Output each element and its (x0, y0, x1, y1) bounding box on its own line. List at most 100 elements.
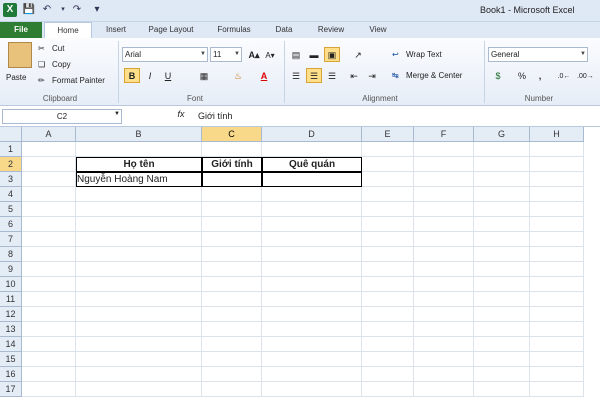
cell-f17[interactable] (414, 382, 474, 397)
cell-f13[interactable] (414, 322, 474, 337)
cell-c5[interactable] (202, 202, 262, 217)
tab-view[interactable]: View (360, 22, 396, 38)
select-all-corner[interactable] (0, 127, 22, 142)
customize-toolbar-icon[interactable]: ▾ (90, 3, 104, 17)
row-header-17[interactable]: 17 (0, 382, 22, 397)
align-top-icon[interactable]: ▤ (288, 47, 304, 62)
cell-c4[interactable] (202, 187, 262, 202)
row-header-16[interactable]: 16 (0, 367, 22, 382)
cell-a10[interactable] (22, 277, 76, 292)
wrap-text-button[interactable]: Wrap Text (406, 47, 442, 62)
cell-c9[interactable] (202, 262, 262, 277)
cell-a15[interactable] (22, 352, 76, 367)
align-left-icon[interactable]: ☰ (288, 68, 304, 83)
column-header-h[interactable]: H (530, 127, 584, 142)
insert-function-button[interactable]: fx (174, 109, 188, 119)
cell-c2[interactable]: Giới tính (202, 157, 262, 172)
cell-h8[interactable] (530, 247, 584, 262)
merge-center-icon[interactable]: ↹ (392, 68, 404, 83)
excel-icon[interactable]: X (3, 3, 17, 17)
cell-b5[interactable] (76, 202, 202, 217)
cell-f9[interactable] (414, 262, 474, 277)
copy-icon[interactable]: ❏ (38, 57, 50, 72)
row-header-15[interactable]: 15 (0, 352, 22, 367)
cell-h13[interactable] (530, 322, 584, 337)
cell-h10[interactable] (530, 277, 584, 292)
cell-d2[interactable]: Quê quán (262, 157, 362, 172)
tab-data[interactable]: Data (266, 22, 302, 38)
number-format-select[interactable]: General ▼ (488, 47, 588, 62)
cell-g17[interactable] (474, 382, 530, 397)
save-icon[interactable]: 💾 (22, 3, 36, 17)
font-name-select[interactable]: Arial ▼ (122, 47, 208, 62)
cell-b3[interactable]: Nguyễn Hoàng Nam (76, 172, 202, 187)
cell-b1[interactable] (76, 142, 202, 157)
cell-d11[interactable] (262, 292, 362, 307)
cell-d5[interactable] (262, 202, 362, 217)
tab-formulas[interactable]: Formulas (208, 22, 260, 38)
cell-g11[interactable] (474, 292, 530, 307)
cell-e5[interactable] (362, 202, 414, 217)
cell-c10[interactable] (202, 277, 262, 292)
cell-f16[interactable] (414, 367, 474, 382)
cell-h6[interactable] (530, 217, 584, 232)
cell-e10[interactable] (362, 277, 414, 292)
cell-a7[interactable] (22, 232, 76, 247)
cell-b10[interactable] (76, 277, 202, 292)
cell-h15[interactable] (530, 352, 584, 367)
cell-c1[interactable] (202, 142, 262, 157)
cell-d17[interactable] (262, 382, 362, 397)
cell-f11[interactable] (414, 292, 474, 307)
cell-f15[interactable] (414, 352, 474, 367)
cell-e13[interactable] (362, 322, 414, 337)
cell-f12[interactable] (414, 307, 474, 322)
row-header-14[interactable]: 14 (0, 337, 22, 352)
cell-c11[interactable] (202, 292, 262, 307)
cell-a11[interactable] (22, 292, 76, 307)
paste-button[interactable]: Paste (6, 70, 26, 85)
cell-g3[interactable] (474, 172, 530, 187)
cell-f8[interactable] (414, 247, 474, 262)
percent-button[interactable]: % (514, 68, 530, 83)
cell-b9[interactable] (76, 262, 202, 277)
cell-b8[interactable] (76, 247, 202, 262)
cell-a5[interactable] (22, 202, 76, 217)
grow-font-icon[interactable]: A▴ (246, 47, 262, 62)
cell-c12[interactable] (202, 307, 262, 322)
cell-g7[interactable] (474, 232, 530, 247)
cell-b16[interactable] (76, 367, 202, 382)
cell-e6[interactable] (362, 217, 414, 232)
cell-c15[interactable] (202, 352, 262, 367)
cell-d7[interactable] (262, 232, 362, 247)
cell-d14[interactable] (262, 337, 362, 352)
cell-c6[interactable] (202, 217, 262, 232)
tab-home[interactable]: Home (44, 22, 92, 39)
cell-f7[interactable] (414, 232, 474, 247)
shrink-font-icon[interactable]: A▾ (262, 47, 278, 62)
cell-a3[interactable] (22, 172, 76, 187)
wrap-text-icon[interactable]: ↩ (392, 47, 404, 62)
cell-h17[interactable] (530, 382, 584, 397)
cell-e11[interactable] (362, 292, 414, 307)
cell-a17[interactable] (22, 382, 76, 397)
cell-e17[interactable] (362, 382, 414, 397)
tab-page-layout[interactable]: Page Layout (140, 22, 202, 38)
comma-button[interactable]: , (532, 68, 548, 83)
underline-button[interactable]: U (160, 68, 176, 83)
formula-input[interactable]: Giới tính (198, 109, 232, 123)
borders-icon[interactable]: ▦ (196, 68, 212, 83)
italic-button[interactable]: I (142, 68, 158, 83)
align-middle-icon[interactable]: ▬ (306, 47, 322, 62)
cell-h9[interactable] (530, 262, 584, 277)
cell-f4[interactable] (414, 187, 474, 202)
font-size-select[interactable]: 11 ▼ (210, 47, 242, 62)
cell-b7[interactable] (76, 232, 202, 247)
cell-d8[interactable] (262, 247, 362, 262)
column-header-e[interactable]: E (362, 127, 414, 142)
column-header-b[interactable]: B (76, 127, 202, 142)
cell-e7[interactable] (362, 232, 414, 247)
tab-review[interactable]: Review (308, 22, 354, 38)
cell-e9[interactable] (362, 262, 414, 277)
cell-h12[interactable] (530, 307, 584, 322)
cell-g1[interactable] (474, 142, 530, 157)
